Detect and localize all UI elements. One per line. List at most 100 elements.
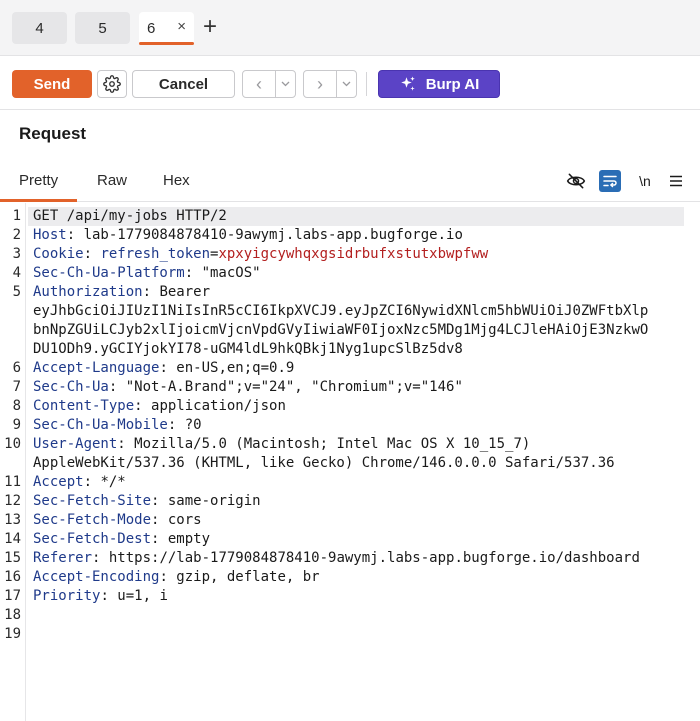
tab-hex[interactable]: Hex bbox=[163, 172, 190, 189]
request-line: Sec-Ch-Ua-Mobile: ?0 bbox=[33, 416, 693, 435]
header-name: Sec-Fetch-Mode bbox=[33, 512, 152, 528]
request-line: User-Agent: Mozilla/5.0 (Macintosh; Inte… bbox=[33, 435, 693, 454]
gear-icon bbox=[103, 75, 121, 93]
tab-4[interactable]: 4 bbox=[12, 12, 67, 44]
header-value: cors bbox=[167, 512, 202, 528]
line-text: AppleWebKit/537.36 (KHTML, like Gecko) C… bbox=[33, 455, 615, 471]
header-value: en-US,en;q=0.9 bbox=[176, 360, 295, 376]
tab-raw[interactable]: Raw bbox=[97, 172, 127, 189]
header-separator: : bbox=[159, 569, 177, 585]
header-name: Sec-Ch-Ua-Platform bbox=[33, 265, 185, 281]
header-name: Accept bbox=[33, 474, 84, 490]
tab-pretty[interactable]: Pretty bbox=[19, 172, 58, 189]
line-number: 18 bbox=[4, 607, 21, 623]
request-view-tabs: Pretty Raw Hex \n bbox=[0, 160, 700, 202]
burp-ai-label: Burp AI bbox=[425, 75, 480, 93]
header-separator: : bbox=[151, 493, 168, 509]
tab-6[interactable]: 6 × bbox=[139, 12, 194, 45]
chevron-down-icon[interactable] bbox=[337, 71, 356, 97]
line-number: 13 bbox=[4, 512, 21, 528]
tab-label: 5 bbox=[98, 19, 107, 37]
header-separator: : bbox=[142, 284, 160, 300]
request-line: Referer: https://lab-1779084878410-9awym… bbox=[33, 549, 693, 568]
header-name: Host bbox=[33, 227, 67, 243]
newline-toggle[interactable]: \n bbox=[634, 170, 656, 192]
header-separator: : bbox=[159, 360, 177, 376]
header-separator: : bbox=[100, 588, 118, 604]
request-line: Accept-Language: en-US,en;q=0.9 bbox=[33, 359, 693, 378]
eye-slash-icon[interactable] bbox=[565, 170, 587, 192]
header-separator: : bbox=[83, 246, 101, 262]
header-value: "macOS" bbox=[201, 265, 261, 281]
header-name: Sec-Fetch-Site bbox=[33, 493, 152, 509]
header-name: Content-Type bbox=[33, 398, 135, 414]
line-number: 3 bbox=[12, 246, 21, 262]
add-tab-button[interactable]: + bbox=[203, 14, 217, 40]
request-line: Priority: u=1, i bbox=[33, 587, 693, 606]
line-number: 10 bbox=[4, 436, 21, 452]
back-nav-group: ‹ bbox=[242, 70, 296, 98]
line-number: 1 bbox=[12, 208, 21, 224]
sparkle-icon bbox=[399, 75, 417, 93]
line-number: 11 bbox=[4, 474, 21, 490]
line-number: 7 bbox=[12, 379, 21, 395]
send-button[interactable]: Send bbox=[12, 70, 92, 98]
header-value: gzip, deflate, br bbox=[176, 569, 320, 585]
request-line: Sec-Ch-Ua-Platform: "macOS" bbox=[33, 264, 693, 283]
panel-title: Request bbox=[19, 124, 87, 143]
header-value: */* bbox=[100, 474, 126, 490]
line-number: 16 bbox=[4, 569, 21, 585]
header-value: u=1, i bbox=[117, 588, 168, 604]
header-name: Priority bbox=[33, 588, 101, 604]
header-separator: : bbox=[151, 531, 168, 547]
header-name: Accept-Encoding bbox=[33, 569, 160, 585]
header-separator: : bbox=[117, 436, 135, 452]
header-value: empty bbox=[167, 531, 211, 547]
line-text: DU1ODh9.yGCIYjokYI78-uGM4ldL9hkQBkj1Nyg1… bbox=[33, 341, 463, 357]
request-line: bnNpZGUiLCJyb2xlIjoicmVjcnVpdGVyIiwiaWF0… bbox=[33, 321, 693, 340]
line-number: 17 bbox=[4, 588, 21, 604]
line-text: bnNpZGUiLCJyb2xlIjoicmVjcnVpdGVyIiwiaWF0… bbox=[33, 322, 649, 338]
header-separator: : bbox=[184, 265, 202, 281]
wrap-icon[interactable] bbox=[599, 170, 621, 192]
menu-icon[interactable] bbox=[665, 170, 687, 192]
chevron-down-icon[interactable] bbox=[276, 71, 295, 97]
line-number: 5 bbox=[12, 284, 21, 300]
request-line bbox=[33, 606, 693, 625]
line-number: 19 bbox=[4, 626, 21, 642]
burp-ai-button[interactable]: Burp AI bbox=[378, 70, 500, 98]
request-toolbar: Send Cancel ‹ › Burp AI bbox=[0, 56, 700, 110]
close-icon[interactable]: × bbox=[177, 18, 186, 35]
tab-5[interactable]: 5 bbox=[75, 12, 130, 44]
cancel-button[interactable]: Cancel bbox=[132, 70, 235, 98]
header-value: same-origin bbox=[167, 493, 261, 509]
request-line: Accept: */* bbox=[33, 473, 693, 492]
header-value: https://lab-1779084878410-9awymj.labs-ap… bbox=[108, 550, 640, 566]
request-line: Cookie: refresh_token=xpxyigcywhqxgsidrb… bbox=[33, 245, 693, 264]
request-line: Accept-Encoding: gzip, deflate, br bbox=[33, 568, 693, 587]
request-line: Content-Type: application/json bbox=[33, 397, 693, 416]
header-value: Mozilla/5.0 (Macintosh; Intel Mac OS X 1… bbox=[134, 436, 531, 452]
header-name: Referer bbox=[33, 550, 93, 566]
header-value: application/json bbox=[151, 398, 286, 414]
request-line: GET /api/my-jobs HTTP/2 bbox=[28, 207, 684, 226]
settings-button[interactable] bbox=[97, 70, 127, 98]
request-line bbox=[33, 625, 693, 644]
header-value: Bearer bbox=[159, 284, 211, 300]
tab-strip: 4 5 6 × + bbox=[0, 0, 700, 56]
header-name: User-Agent bbox=[33, 436, 118, 452]
request-line: DU1ODh9.yGCIYjokYI78-uGM4ldL9hkQBkj1Nyg1… bbox=[33, 340, 693, 359]
request-editor[interactable]: 1 2 3 4 5 6 7 8 9 10 11 12 13 14 15 16 17 18 19 GET /api/m… bbox=[0, 203, 700, 721]
request-line: Sec-Ch-Ua: "Not-A.Brand";v="24", "Chromi… bbox=[33, 378, 693, 397]
header-separator: : bbox=[83, 474, 101, 490]
line-text: eyJhbGciOiJIUzI1NiIsInR5cCI6IkpXVCJ9.eyJ… bbox=[33, 303, 649, 319]
request-line: AppleWebKit/537.36 (KHTML, like Gecko) C… bbox=[33, 454, 693, 473]
line-number: 9 bbox=[12, 417, 21, 433]
request-line: eyJhbGciOiJIUzI1NiIsInR5cCI6IkpXVCJ9.eyJ… bbox=[33, 302, 693, 321]
chevron-left-icon[interactable]: ‹ bbox=[243, 71, 276, 97]
header-name: Accept-Language bbox=[33, 360, 160, 376]
chevron-right-icon[interactable]: › bbox=[304, 71, 337, 97]
line-number: 6 bbox=[12, 360, 21, 376]
request-line: Sec-Fetch-Dest: empty bbox=[33, 530, 693, 549]
line-number-gutter: 1 2 3 4 5 6 7 8 9 10 11 12 13 14 15 16 17 18 19 bbox=[0, 203, 26, 721]
